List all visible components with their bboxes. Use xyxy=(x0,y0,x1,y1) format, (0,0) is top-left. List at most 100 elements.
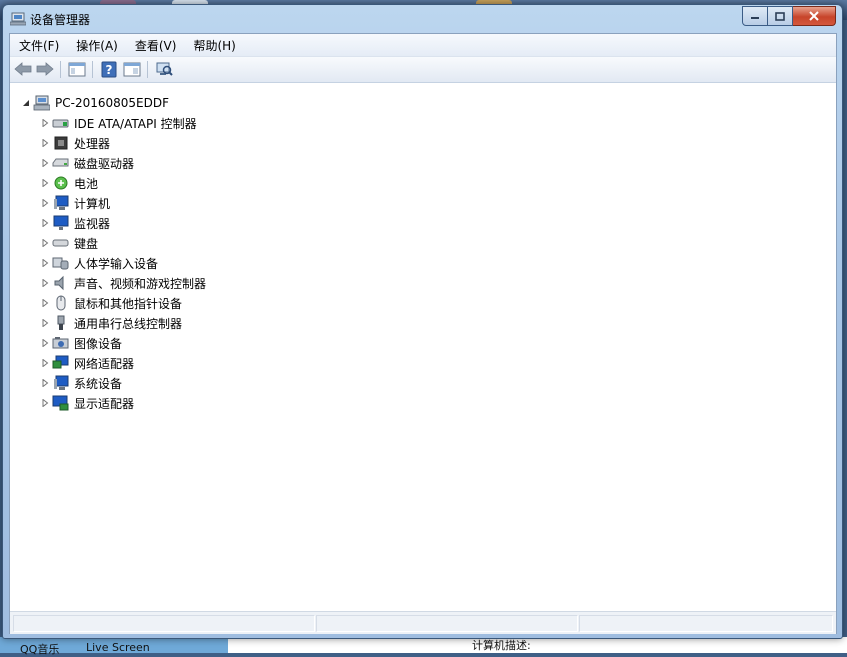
expand-triangle-icon[interactable] xyxy=(40,199,49,208)
expand-triangle-icon[interactable] xyxy=(40,359,49,368)
menu-action[interactable]: 操作(A) xyxy=(67,34,126,56)
menu-file[interactable]: 文件(F) xyxy=(10,34,67,56)
usb-icon xyxy=(52,315,69,331)
imaging-device-icon xyxy=(52,335,69,351)
close-icon xyxy=(809,11,819,21)
expand-triangle-icon[interactable] xyxy=(40,239,49,248)
tree-root-label: PC-20160805EDDF xyxy=(55,96,169,110)
tree-item-label: 鼠标和其他指针设备 xyxy=(74,296,183,311)
show-action-pane-icon xyxy=(123,62,141,76)
device-manager-icon xyxy=(9,12,27,26)
status-bar xyxy=(10,611,836,634)
monitor-icon xyxy=(52,215,69,231)
scan-hardware-changes-icon xyxy=(156,62,173,76)
collapse-triangle-icon[interactable] xyxy=(21,99,30,108)
tree-item-label: 键盘 xyxy=(74,236,99,251)
tree-root[interactable]: PC-20160805EDDF xyxy=(21,93,169,113)
expand-triangle-icon[interactable] xyxy=(40,339,49,348)
device-manager-window: 设备管理器 文件(F) 操作(A) 查看(V) 帮助(H) ? PC-20160… xyxy=(2,4,843,639)
tree-item[interactable]: 声音、视频和游戏控制器 xyxy=(40,273,206,293)
expand-triangle-icon[interactable] xyxy=(40,119,49,128)
tree-item-label: 人体学输入设备 xyxy=(74,256,159,271)
tree-item[interactable]: 计算机 xyxy=(40,193,110,213)
tree-item[interactable]: 处理器 xyxy=(40,133,110,153)
expand-triangle-icon[interactable] xyxy=(40,159,49,168)
expand-triangle-icon[interactable] xyxy=(40,259,49,268)
show-action-pane-button[interactable] xyxy=(122,60,142,78)
tree-item-label: 网络适配器 xyxy=(74,356,135,371)
expand-triangle-icon[interactable] xyxy=(40,279,49,288)
forward-button[interactable] xyxy=(35,60,55,78)
back-arrow-icon xyxy=(14,62,32,76)
tree-item[interactable]: 通用串行总线控制器 xyxy=(40,313,182,333)
tree-item[interactable]: 键盘 xyxy=(40,233,98,253)
maximize-button[interactable] xyxy=(768,6,793,26)
tree-item[interactable]: 电池 xyxy=(40,173,98,193)
show-hide-console-tree-button[interactable] xyxy=(67,60,87,78)
back-button[interactable] xyxy=(13,60,33,78)
tree-item-label: 监视器 xyxy=(74,216,111,231)
expand-triangle-icon[interactable] xyxy=(40,299,49,308)
title-bar[interactable]: 设备管理器 xyxy=(3,5,842,33)
tree-item[interactable]: 鼠标和其他指针设备 xyxy=(40,293,182,313)
disk-drive-icon xyxy=(52,155,69,171)
expand-triangle-icon[interactable] xyxy=(40,139,49,148)
close-button[interactable] xyxy=(793,6,836,26)
device-tree: PC-20160805EDDF IDE ATA/ATAPI 控制器 处理器 磁盘… xyxy=(10,83,836,611)
tree-item-label: 声音、视频和游戏控制器 xyxy=(74,276,207,291)
client-area: 文件(F) 操作(A) 查看(V) 帮助(H) ? PC-20160805EDD… xyxy=(9,33,837,634)
system-device-icon xyxy=(52,375,69,391)
expand-triangle-icon[interactable] xyxy=(40,179,49,188)
tree-item-label: 电池 xyxy=(74,176,99,191)
svg-text:?: ? xyxy=(106,63,113,77)
hid-icon xyxy=(52,255,69,271)
maximize-icon xyxy=(775,11,785,21)
tree-item-label: IDE ATA/ATAPI 控制器 xyxy=(74,116,197,131)
tree-item[interactable]: 人体学输入设备 xyxy=(40,253,158,273)
help-icon: ? xyxy=(101,61,117,77)
tree-item-label: 显示适配器 xyxy=(74,396,135,411)
menu-view[interactable]: 查看(V) xyxy=(126,34,185,56)
tree-item-label: 图像设备 xyxy=(74,336,123,351)
processor-icon xyxy=(52,135,69,151)
computer-icon xyxy=(52,195,69,211)
toolbar-separator xyxy=(147,61,148,78)
scan-hardware-changes-button[interactable] xyxy=(154,60,174,78)
battery-icon xyxy=(52,175,69,191)
help-button[interactable]: ? xyxy=(99,60,119,78)
tree-item-label: 磁盘驱动器 xyxy=(74,156,135,171)
keyboard-icon xyxy=(52,235,69,251)
expand-triangle-icon[interactable] xyxy=(40,399,49,408)
speaker-icon xyxy=(52,275,69,291)
status-segment xyxy=(579,615,833,632)
tree-item-label: 通用串行总线控制器 xyxy=(74,316,183,331)
tree-item-label: 计算机 xyxy=(74,196,111,211)
minimize-button[interactable] xyxy=(742,6,768,26)
show-hide-console-tree-icon xyxy=(68,62,86,76)
desktop-label[interactable]: QQ音乐 xyxy=(20,641,59,657)
network-adapter-icon xyxy=(52,355,69,371)
mouse-icon xyxy=(52,295,69,311)
tree-item[interactable]: 磁盘驱动器 xyxy=(40,153,134,173)
desktop-label: 计算机描述: xyxy=(472,639,531,652)
tree-item[interactable]: 图像设备 xyxy=(40,333,122,353)
expand-triangle-icon[interactable] xyxy=(40,219,49,228)
tree-item[interactable]: 系统设备 xyxy=(40,373,122,393)
window-title: 设备管理器 xyxy=(30,13,91,27)
forward-arrow-icon xyxy=(36,62,54,76)
tree-item[interactable]: 显示适配器 xyxy=(40,393,134,413)
status-segment xyxy=(316,615,578,632)
tree-item[interactable]: IDE ATA/ATAPI 控制器 xyxy=(40,113,197,133)
minimize-icon xyxy=(751,17,759,19)
computer-icon xyxy=(33,95,50,111)
expand-triangle-icon[interactable] xyxy=(40,319,49,328)
tree-item[interactable]: 网络适配器 xyxy=(40,353,134,373)
tree-item-label: 系统设备 xyxy=(74,376,123,391)
menu-help[interactable]: 帮助(H) xyxy=(184,34,243,56)
menu-bar: 文件(F) 操作(A) 查看(V) 帮助(H) xyxy=(10,34,836,57)
status-segment xyxy=(13,615,315,632)
toolbar-separator xyxy=(60,61,61,78)
desktop-label[interactable]: Live Screen xyxy=(86,641,150,654)
tree-item[interactable]: 监视器 xyxy=(40,213,110,233)
expand-triangle-icon[interactable] xyxy=(40,379,49,388)
